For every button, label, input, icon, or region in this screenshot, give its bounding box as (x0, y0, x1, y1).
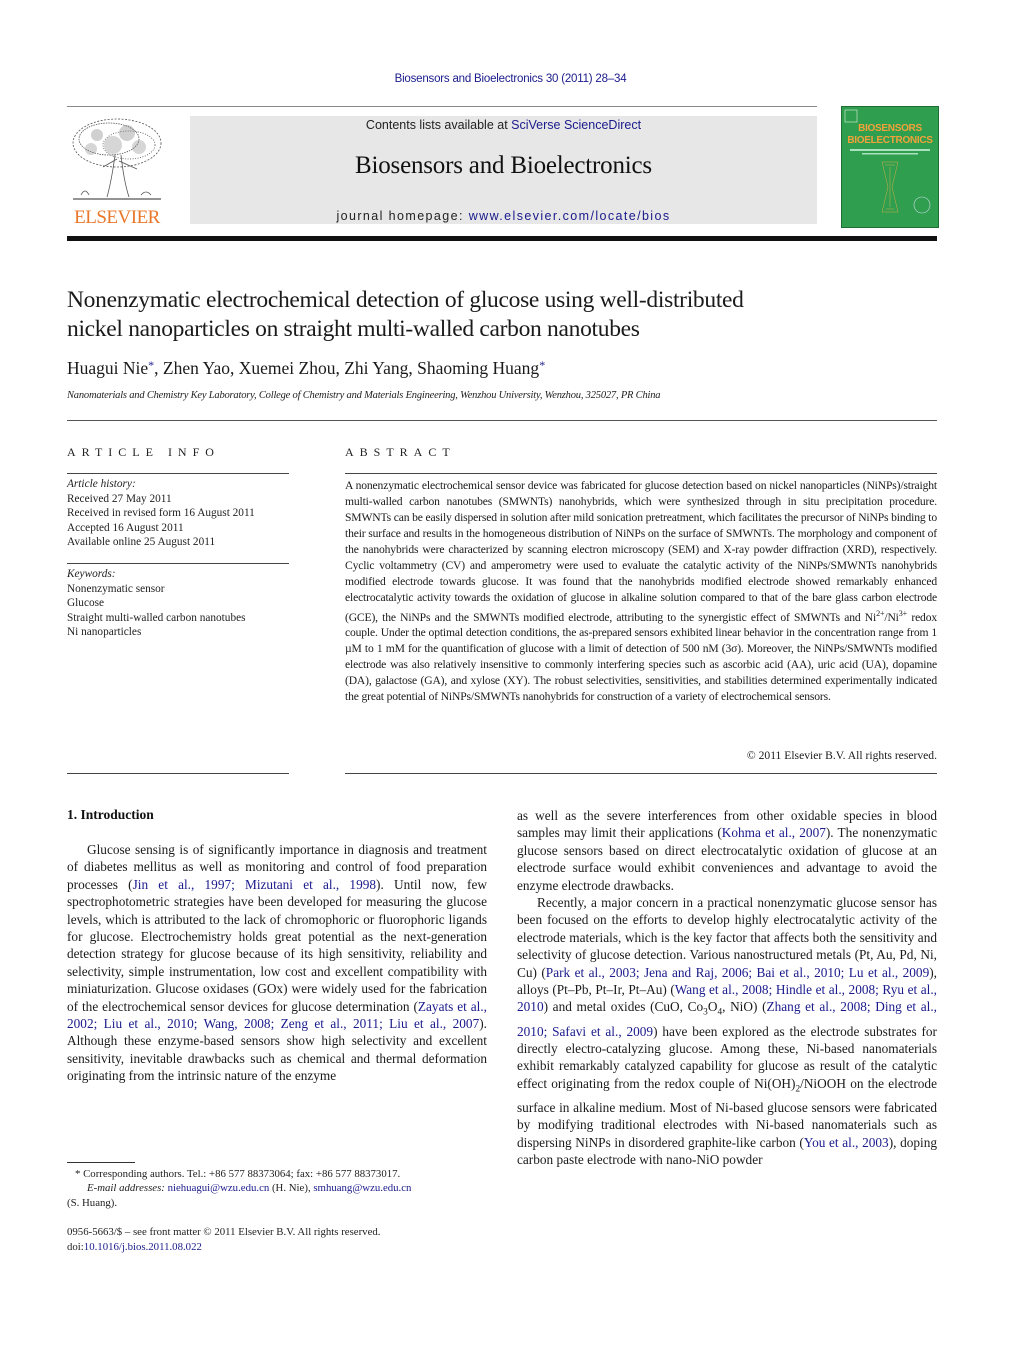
footnote-line: (S. Huang). (67, 1196, 118, 1209)
elsevier-tree-icon (72, 118, 162, 200)
keywords: Keywords: Nonenzymatic sensor Glucose St… (67, 567, 297, 640)
footnote-line: E-mail addresses: niehuagui@wzu.edu.cn (… (67, 1181, 487, 1195)
citation-link[interactable]: Kohma et al., 2007 (722, 825, 826, 840)
author-separator: , (154, 358, 163, 378)
abstract-text-part: redox couple. Under the optimal detectio… (345, 610, 937, 704)
journal-homepage: journal homepage: www.elsevier.com/locat… (190, 209, 817, 223)
body-column-right: as well as the severe interferences from… (517, 807, 937, 1168)
body-column-left: Glucose sensing is of significantly impo… (67, 841, 487, 1085)
abstract-rule (345, 473, 937, 474)
issn-doi-block: 0956-5663/$ – see front matter © 2011 El… (67, 1225, 487, 1255)
doi-link[interactable]: 10.1016/j.bios.2011.08.022 (84, 1241, 202, 1253)
citation-link[interactable]: You et al., 2003 (804, 1135, 889, 1150)
history-item: Received 27 May 2011 (67, 492, 172, 505)
author-separator: , (335, 358, 345, 378)
abstract-text: A nonenzymatic electrochemical sensor de… (345, 478, 937, 705)
contents-availability: Contents lists available at SciVerse Sci… (190, 118, 817, 132)
elsevier-wordmark: ELSEVIER (74, 207, 160, 228)
keywords-label: Keywords: (67, 568, 116, 580)
author-name[interactable]: Shaoming Huang (417, 358, 539, 378)
corresponding-author-footnote: * Corresponding authors. Tel.: +86 577 8… (67, 1167, 487, 1210)
author-name[interactable]: Zhi Yang (344, 358, 408, 378)
paragraph-text: ). Until now, few spectrophotometric str… (67, 876, 487, 1014)
author-separator: , (230, 358, 239, 378)
abstract-text-part: A nonenzymatic electrochemical sensor de… (345, 479, 937, 624)
email-owner: (H. Nie), (269, 1182, 314, 1195)
article-info-rule (67, 473, 289, 474)
header-top-rule (67, 106, 817, 107)
doi-prefix: doi: (67, 1241, 84, 1253)
email-link[interactable]: smhuang@wzu.edu.cn (313, 1182, 411, 1194)
author-name[interactable]: Huagui Nie (67, 358, 148, 378)
section-heading-introduction: 1. Introduction (67, 807, 154, 822)
article-info-rule (67, 563, 289, 564)
journal-cover-thumbnail[interactable]: BIOSENSORS BIOELECTRONICS (841, 106, 939, 228)
author-name[interactable]: Zhen Yao (163, 358, 230, 378)
journal-title: Biosensors and Bioelectronics (355, 152, 652, 179)
paragraph-text: ) and metal oxides (CuO, Co (543, 999, 704, 1015)
email-link[interactable]: niehuagui@wzu.edu.cn (168, 1182, 270, 1194)
keyword-item: Straight multi-walled carbon nanotubes (67, 611, 246, 624)
footnote-line: * Corresponding authors. Tel.: +86 577 8… (67, 1167, 487, 1181)
title-block-rule (67, 420, 937, 421)
contents-prefix: Contents lists available at (365, 118, 512, 132)
paragraph: Glucose sensing is of significantly impo… (67, 841, 487, 1085)
author-affiliation: Nanomaterials and Chemistry Key Laborato… (67, 390, 661, 401)
header-bottom-rule (67, 236, 937, 241)
history-item: Accepted 16 August 2011 (67, 521, 184, 534)
article-history: Article history: Received 27 May 2011 Re… (67, 477, 297, 550)
citation-link[interactable]: Park et al., 2003; Jena and Raj, 2006; B… (546, 965, 929, 980)
keyword-item: Glucose (67, 597, 105, 610)
footnote-rule (67, 1162, 135, 1163)
homepage-link[interactable]: www.elsevier.com/locate/bios (469, 209, 671, 223)
paragraph: Recently, a major concern in a practical… (517, 894, 937, 1168)
cover-artwork-icon (844, 109, 931, 214)
email-label: E-mail addresses: (87, 1182, 165, 1195)
abstract-heading: ABSTRACT (345, 445, 456, 459)
paragraph-text: O (707, 999, 718, 1015)
article-history-label: Article history: (67, 478, 136, 490)
author-name[interactable]: Xuemei Zhou (239, 358, 336, 378)
sciencedirect-link[interactable]: SciVerse ScienceDirect (511, 118, 641, 132)
paragraph: as well as the severe interferences from… (517, 807, 937, 894)
article-title-line1: Nonenzymatic electrochemical detection o… (67, 287, 744, 313)
author-list: Huagui Nie *, Zhen Yao, Xuemei Zhou, Zhi … (67, 358, 947, 379)
issn-line: 0956-5663/$ – see front matter © 2011 El… (67, 1226, 381, 1238)
author-separator: , (408, 358, 418, 378)
keyword-item: Ni nanoparticles (67, 626, 142, 639)
corresponding-author-marker[interactable]: * (539, 358, 545, 372)
abstract-copyright: © 2011 Elsevier B.V. All rights reserved… (746, 749, 937, 762)
article-info-rule (67, 773, 289, 774)
superscript: 3+ (898, 608, 908, 618)
article-title: Nonenzymatic electrochemical detection o… (67, 286, 947, 344)
abstract-text-part: /Ni (884, 610, 899, 624)
article-info-heading: ARTICLE INFO (67, 445, 220, 459)
journal-masthead: Contents lists available at SciVerse Sci… (190, 116, 817, 224)
paragraph-text: , NiO) ( (722, 999, 767, 1015)
history-item: Received in revised form 16 August 2011 (67, 507, 255, 520)
article-title-line2: nickel nanoparticles on straight multi-w… (67, 316, 640, 342)
keyword-item: Nonenzymatic sensor (67, 582, 165, 595)
doi-line: doi:10.1016/j.bios.2011.08.022 (67, 1240, 487, 1255)
journal-citation[interactable]: Biosensors and Bioelectronics 30 (2011) … (0, 73, 1021, 85)
homepage-prefix: journal homepage: (336, 209, 469, 223)
elsevier-logo[interactable]: ELSEVIER (67, 115, 167, 228)
footnote-text: Corresponding authors. Tel.: +86 577 883… (80, 1168, 401, 1180)
abstract-rule (345, 773, 937, 774)
history-item: Available online 25 August 2011 (67, 536, 216, 549)
citation-link[interactable]: Jin et al., 1997; Mizutani et al., 1998 (133, 877, 376, 892)
